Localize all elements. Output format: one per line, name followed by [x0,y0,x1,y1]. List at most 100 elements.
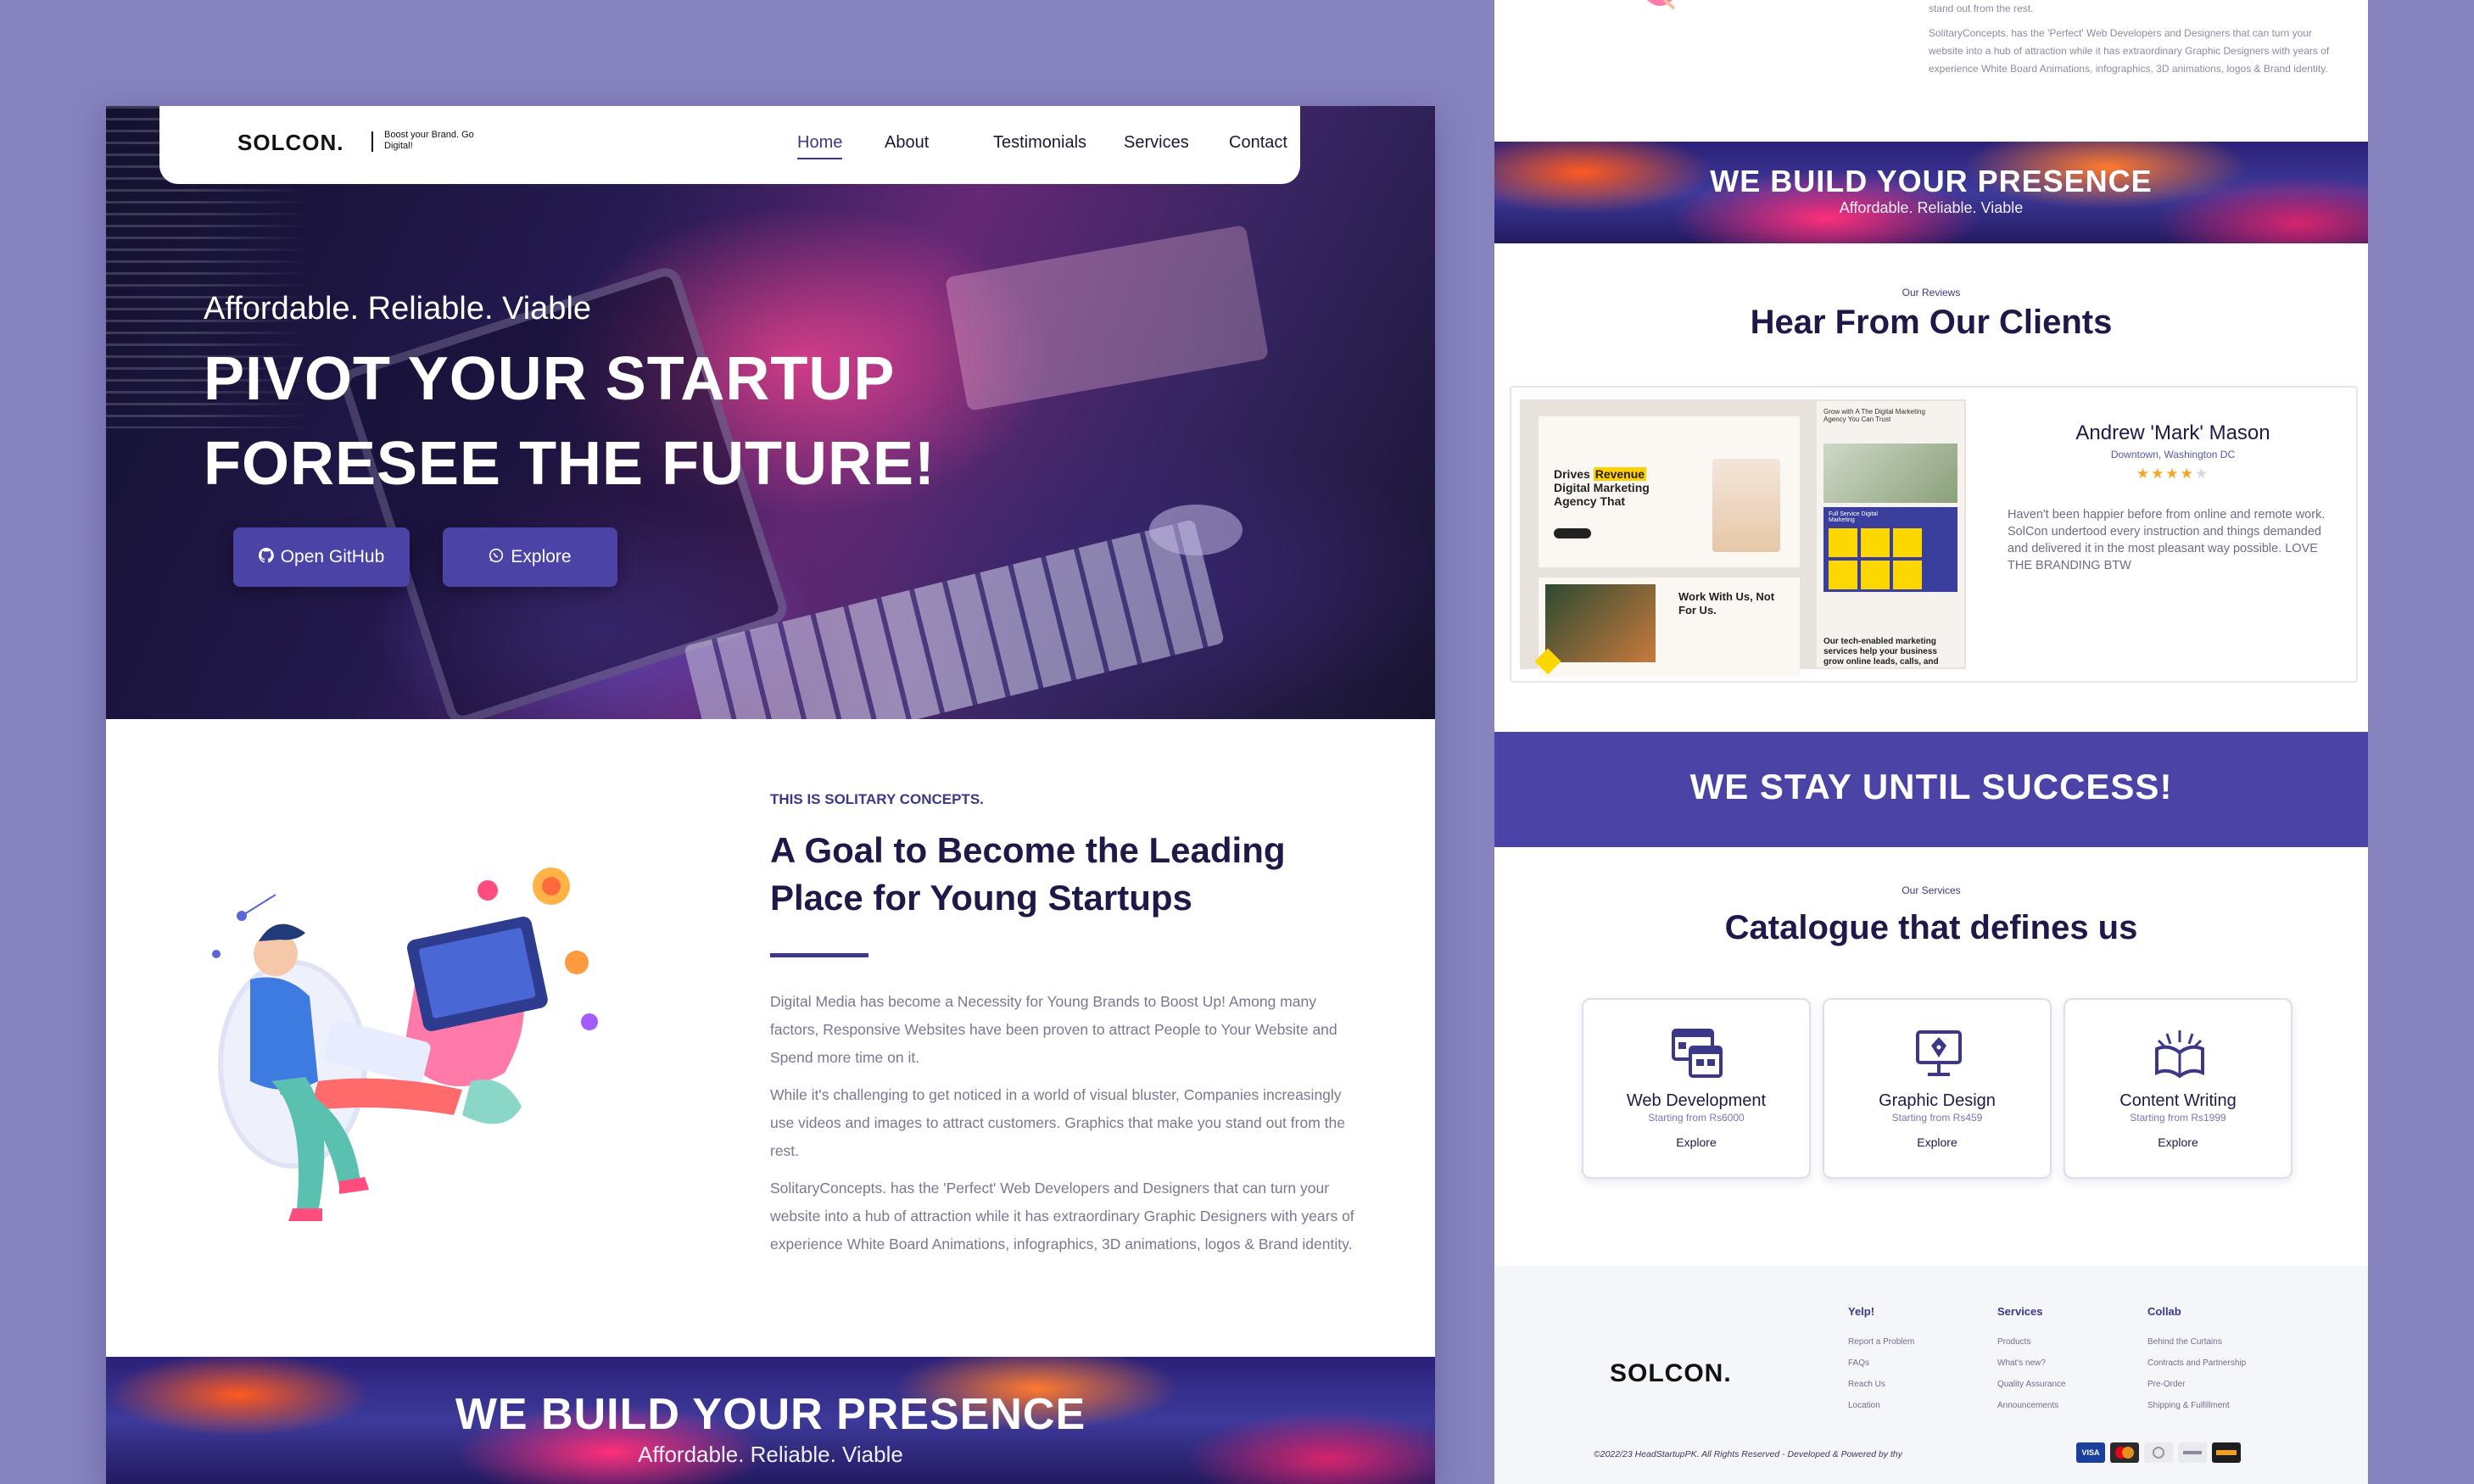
service-explore-link[interactable]: Explore [2065,1135,2291,1149]
hero-subtitle: Affordable. Reliable. Viable [204,291,592,326]
footer-link[interactable]: Products [1997,1331,2066,1353]
service-card-content-writing[interactable]: Content Writing Starting from Rs1999 Exp… [2064,998,2292,1179]
about-title: A Goal to Become the Leading Place for Y… [770,830,1286,918]
diners-icon [2144,1442,2173,1463]
hero-title-line1: PIVOT YOUR STARTUP [204,345,896,413]
reviewer-location: Downtown, Washington DC [2110,449,2236,460]
title-accent-bar [770,953,868,957]
nav-contact[interactable]: Contact [1229,133,1287,153]
nav-testimonials[interactable]: Testimonials [993,133,1086,153]
footer-link[interactable]: Behind the Curtains [2147,1331,2246,1353]
mockup-side-title: Grow with A The Digital Marketing Agency… [1823,408,1925,423]
footer-link[interactable]: Contracts and Partnership [2147,1353,2246,1374]
nav-services[interactable]: Services [1124,133,1189,153]
footer-link[interactable]: Pre-Order [2147,1374,2246,1395]
footer-link[interactable]: Location [1848,1395,1914,1416]
reviews-eyebrow: Our Reviews [1902,287,1961,298]
mockup-headline: Drives Revenue Digital Marketing Agency … [1554,467,1650,508]
about-paragraph-1: Digital Media has become a Necessity for… [770,993,1338,1066]
success-banner: WE STAY UNTIL SUCCESS! [1494,732,2368,847]
banner-subtitle: Affordable. Reliable. Viable [638,1442,903,1467]
services-title: Catalogue that defines us [1724,909,2138,946]
about-paragraph-2-end: stand out from the rest. [1929,3,2034,14]
presence-banner: WE BUILD YOUR PRESENCE Affordable. Relia… [106,1357,1435,1484]
logo[interactable]: SOLCON. [237,130,343,156]
banner-title: WE BUILD YOUR PRESENCE [1710,164,2153,198]
mockup-yellow-tile [1893,561,1922,589]
about-paragraph-3: SolitaryConcepts. has the 'Perfect' Web … [1929,27,2330,75]
mockup-yellow-tile [1861,561,1890,589]
service-card-web-development[interactable]: Web Development Starting from Rs6000 Exp… [1582,998,1811,1179]
about-eyebrow: THIS IS SOLITARY CONCEPTS. [770,791,984,807]
footer-link[interactable]: Shipping & Fulfillment [2147,1395,2246,1416]
mockup-hero: Drives Revenue Digital Marketing Agency … [1539,416,1800,567]
star-icon: ★ [2151,466,2166,482]
github-icon [258,547,274,567]
footer-link[interactable]: What's new? [1997,1353,2066,1374]
reviews-title: Hear From Our Clients [1750,304,2113,341]
success-title: WE STAY UNTIL SUCCESS! [1689,767,2173,806]
footer-link[interactable]: Quality Assurance [1997,1374,2066,1395]
nav-home[interactable]: Home [797,133,843,159]
amex-icon [2178,1442,2207,1463]
service-price: Starting from Rs6000 [1648,1112,1745,1124]
service-explore-link[interactable]: Explore [1583,1135,1809,1149]
card-icon [2212,1442,2241,1463]
star-empty-icon: ★ [2194,466,2210,482]
service-price: Starting from Rs459 [1891,1112,1983,1124]
footer-link[interactable]: Report a Problem [1848,1331,1914,1353]
footer-column-heading: Collab [2147,1305,2181,1318]
web-development-icon [1672,1029,1723,1078]
open-github-label: Open GitHub [280,547,385,566]
star-icon: ★ [2165,466,2181,482]
mockup-yellow-tile [1861,528,1890,557]
mockup-photo [1712,459,1780,552]
graphic-design-icon [1916,1030,1962,1076]
explore-label: Explore [511,547,572,566]
star-icon: ★ [2136,466,2152,482]
star-icon: ★ [2180,466,2195,482]
right-page-mockup: stand out from the rest. SolitaryConcept… [1494,0,2368,1484]
footer-link[interactable]: Reach Us [1848,1374,1914,1395]
client-website-screenshot: Drives Revenue Digital Marketing Agency … [1520,399,1966,678]
left-page-mockup: Affordable. Reliable. Viable PIVOT YOUR … [106,106,1435,1484]
navbar: SOLCON. Boost your Brand. Go Digital! Ho… [159,106,1300,184]
footer: SOLCON. Yelp! Report a Problem FAQs Reac… [1494,1266,2368,1484]
footer-column-services: Services Products What's new? Quality As… [1997,1305,2066,1416]
footer-column-collab: Collab Behind the Curtains Contracts and… [2147,1305,2246,1416]
nav-about[interactable]: About [885,133,929,153]
mockup-side-photo [1823,444,1957,503]
footer-column-yelp: Yelp! Report a Problem FAQs Reach Us Loc… [1848,1305,1914,1416]
mockup-full-service: Full Service Digital Marketing [1829,511,1878,523]
footer-column-heading: Yelp! [1848,1305,1875,1318]
footer-link[interactable]: Announcements [1997,1395,2066,1416]
explore-button[interactable]: Explore [443,527,617,587]
review-text: Haven't been happier before from online … [2008,508,2326,572]
mockup-work-title: Work With Us, Not For Us. [1678,590,1775,616]
developer-illustration [212,868,598,1221]
footer-logo[interactable]: SOLCON. [1610,1359,1732,1388]
hero-title-line2: FORESEE THE FUTURE! [204,430,936,498]
mockup-work-section: Work With Us, Not For Us. [1534,577,1800,678]
service-price: Starting from Rs1999 [2130,1112,2226,1124]
mockup-tech-text: Our tech-enabled marketing services help… [1823,637,1939,667]
service-name: Web Development [1626,1091,1767,1110]
mockup-work-photo [1545,584,1656,662]
banner-subtitle: Affordable. Reliable. Viable [1839,199,2024,216]
mockup-side-page: Grow with A The Digital Marketing Agency… [1817,401,1964,667]
service-explore-link[interactable]: Explore [1824,1135,2050,1149]
mockup-cta [1554,528,1591,538]
service-card-graphic-design[interactable]: Graphic Design Starting from Rs459 Explo… [1823,998,2052,1179]
about-paragraph-2: While it's challenging to get noticed in… [770,1086,1345,1159]
banner-title: WE BUILD YOUR PRESENCE [455,1390,1086,1439]
open-github-button[interactable]: Open GitHub [233,527,410,587]
logo-divider [371,131,373,152]
review-card: Drives Revenue Digital Marketing Agency … [1510,386,2358,683]
mockup-yellow-tile [1829,561,1857,589]
footer-column-heading: Services [1997,1305,2043,1318]
illustration-fragment [1647,0,1676,10]
footer-link[interactable]: FAQs [1848,1353,1914,1374]
whatsapp-icon [489,548,504,567]
mockup-yellow-tile [1893,528,1922,557]
service-name: Graphic Design [1879,1091,1996,1110]
